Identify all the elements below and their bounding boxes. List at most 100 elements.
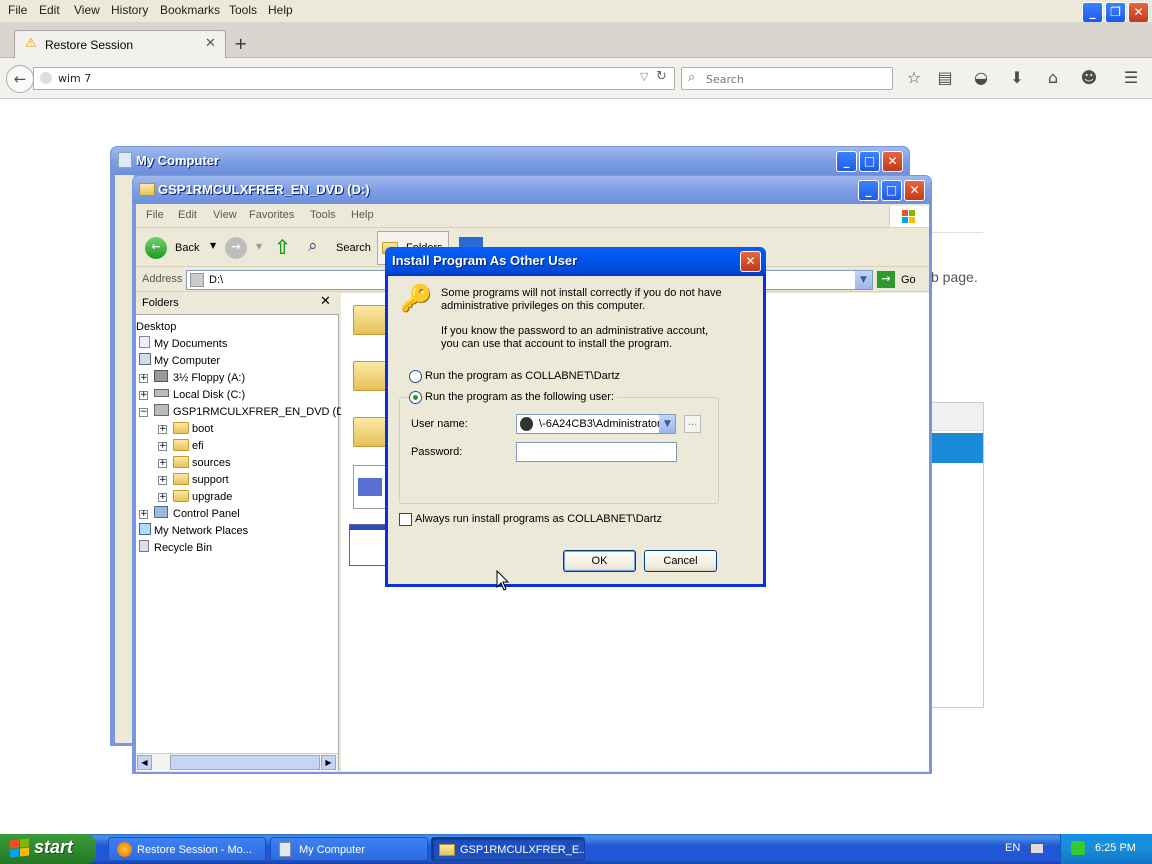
- download-icon[interactable]: ⬇: [1006, 67, 1028, 89]
- expand-icon[interactable]: +: [158, 493, 167, 502]
- tab-close-icon[interactable]: ✕: [205, 36, 216, 51]
- start-button[interactable]: start: [0, 834, 96, 864]
- menu-favorites[interactable]: Favorites: [249, 209, 294, 221]
- back-dropdown-icon[interactable]: ▼: [210, 241, 216, 250]
- password-field[interactable]: [516, 442, 677, 462]
- up-folder-icon[interactable]: ⇧: [274, 236, 296, 260]
- dialog-close-button[interactable]: ✕: [740, 251, 761, 272]
- collapse-icon[interactable]: −: [139, 408, 148, 417]
- new-tab-icon[interactable]: +: [234, 34, 247, 53]
- horizontal-scrollbar[interactable]: ◀ ▶: [136, 753, 338, 770]
- tree-item-local-disk[interactable]: Local Disk (C:): [173, 389, 245, 401]
- always-run-label[interactable]: Always run install programs as COLLABNET…: [415, 513, 662, 525]
- menu-bookmarks[interactable]: Bookmarks: [160, 3, 220, 17]
- keyboard-icon[interactable]: [1030, 843, 1044, 854]
- folder-icon[interactable]: [353, 361, 387, 391]
- taskbar-explorer[interactable]: GSP1RMCULXFRER_E...: [431, 837, 585, 861]
- reload-icon[interactable]: ↻: [656, 69, 667, 84]
- option-following-user-label[interactable]: Run the program as the following user:: [425, 391, 617, 403]
- chevron-down-icon[interactable]: ▼: [659, 415, 675, 433]
- hamburger-menu-icon[interactable]: ☰: [1120, 67, 1142, 89]
- tree-item-recycle-bin[interactable]: Recycle Bin: [154, 542, 212, 554]
- menu-edit[interactable]: Edit: [178, 209, 197, 221]
- folder-icon[interactable]: [353, 305, 387, 335]
- scroll-left-icon[interactable]: ◀: [137, 755, 152, 770]
- tree-item-floppy[interactable]: 3½ Floppy (A:): [173, 372, 245, 384]
- menu-tools[interactable]: Tools: [229, 3, 257, 17]
- tree-item-desktop[interactable]: Desktop: [136, 321, 176, 333]
- tree-item-network-places[interactable]: My Network Places: [154, 525, 248, 537]
- tree-item-support[interactable]: support: [192, 474, 229, 486]
- back-button[interactable]: ← Back ▼: [143, 236, 216, 260]
- taskbar-firefox[interactable]: Restore Session - Mo...: [108, 837, 266, 861]
- menu-tools[interactable]: Tools: [310, 209, 336, 221]
- close-button[interactable]: ✕: [904, 180, 925, 201]
- minimize-button[interactable]: _: [1082, 2, 1103, 23]
- setup-file-icon[interactable]: [353, 465, 387, 509]
- tree-item-sources[interactable]: sources: [192, 457, 231, 469]
- tree-item-control-panel[interactable]: Control Panel: [173, 508, 240, 520]
- expand-icon[interactable]: +: [139, 374, 148, 383]
- taskbar-my-computer[interactable]: My Computer: [270, 837, 428, 861]
- menu-help[interactable]: Help: [268, 3, 293, 17]
- back-arrow-icon[interactable]: ←: [6, 65, 34, 93]
- tree-item-upgrade[interactable]: upgrade: [192, 491, 232, 503]
- radio-following-user[interactable]: [409, 391, 422, 404]
- dialog-titlebar[interactable]: Install Program As Other User ✕: [385, 247, 766, 275]
- always-run-checkbox[interactable]: [399, 513, 412, 526]
- bookmark-star-icon[interactable]: ☆: [903, 67, 925, 89]
- dropdown-icon[interactable]: ▽: [640, 70, 648, 83]
- menu-history[interactable]: History: [111, 3, 148, 17]
- tree-item-my-documents[interactable]: My Documents: [154, 338, 227, 350]
- forward-arrow-icon[interactable]: →: [225, 237, 247, 259]
- expand-icon[interactable]: +: [158, 425, 167, 434]
- clock[interactable]: 6:25 PM: [1095, 842, 1136, 854]
- explorer-titlebar[interactable]: GSP1RMCULXFRER_EN_DVD (D:) _ □ ✕: [133, 176, 931, 204]
- menu-view[interactable]: View: [213, 209, 237, 221]
- language-indicator[interactable]: EN: [1005, 842, 1020, 854]
- reading-list-icon[interactable]: ▤: [934, 67, 956, 89]
- address-dropdown-icon[interactable]: ▼: [855, 271, 872, 289]
- expand-icon[interactable]: +: [139, 391, 148, 400]
- menu-view[interactable]: View: [74, 3, 100, 17]
- tree-item-my-computer[interactable]: My Computer: [154, 355, 220, 367]
- expand-icon[interactable]: +: [158, 459, 167, 468]
- radio-current-user[interactable]: [409, 370, 422, 383]
- minimize-button[interactable]: _: [836, 151, 857, 172]
- minimize-button[interactable]: _: [858, 180, 879, 201]
- forward-dropdown-icon[interactable]: ▼: [256, 242, 262, 251]
- tree-item-boot[interactable]: boot: [192, 423, 213, 435]
- url-bar[interactable]: wim 7 ▽ ↻: [33, 67, 675, 90]
- my-computer-titlebar[interactable]: My Computer _ □ ✕: [111, 147, 909, 175]
- install-dialog[interactable]: Install Program As Other User ✕ 🔑 Some p…: [385, 247, 766, 587]
- chat-icon[interactable]: ☻: [1078, 67, 1100, 89]
- close-button[interactable]: ✕: [1128, 2, 1149, 23]
- cancel-button[interactable]: Cancel: [644, 550, 717, 572]
- go-button[interactable]: → Go: [877, 270, 919, 290]
- url-text[interactable]: wim 7: [58, 72, 91, 85]
- menu-file[interactable]: File: [146, 209, 164, 221]
- tree-item-efi[interactable]: efi: [192, 440, 204, 452]
- tab-restore-session[interactable]: ⚠ Restore Session ✕: [14, 30, 226, 58]
- search-box[interactable]: ⌕ Search: [681, 67, 893, 90]
- close-button[interactable]: ✕: [882, 151, 903, 172]
- menu-file[interactable]: File: [8, 3, 27, 17]
- search-button[interactable]: ⌕ Search: [306, 236, 372, 260]
- folder-icon[interactable]: [353, 417, 387, 447]
- scroll-right-icon[interactable]: ▶: [321, 755, 336, 770]
- scroll-thumb[interactable]: [170, 755, 320, 770]
- browse-button[interactable]: ...: [684, 415, 701, 433]
- menu-edit[interactable]: Edit: [39, 3, 60, 17]
- menu-help[interactable]: Help: [351, 209, 374, 221]
- ok-button[interactable]: OK: [563, 550, 636, 572]
- expand-icon[interactable]: +: [139, 510, 148, 519]
- close-pane-icon[interactable]: ✕: [320, 294, 331, 309]
- pocket-icon[interactable]: ◒: [970, 67, 992, 89]
- maximize-button[interactable]: □: [859, 151, 880, 172]
- expand-icon[interactable]: +: [158, 442, 167, 451]
- home-icon[interactable]: ⌂: [1042, 67, 1064, 89]
- network-tray-icon[interactable]: [1071, 841, 1085, 855]
- expand-icon[interactable]: +: [158, 476, 167, 485]
- username-select[interactable]: \-6A24CB3\Administrator ▼: [516, 414, 676, 434]
- restore-button[interactable]: ❐: [1105, 2, 1126, 23]
